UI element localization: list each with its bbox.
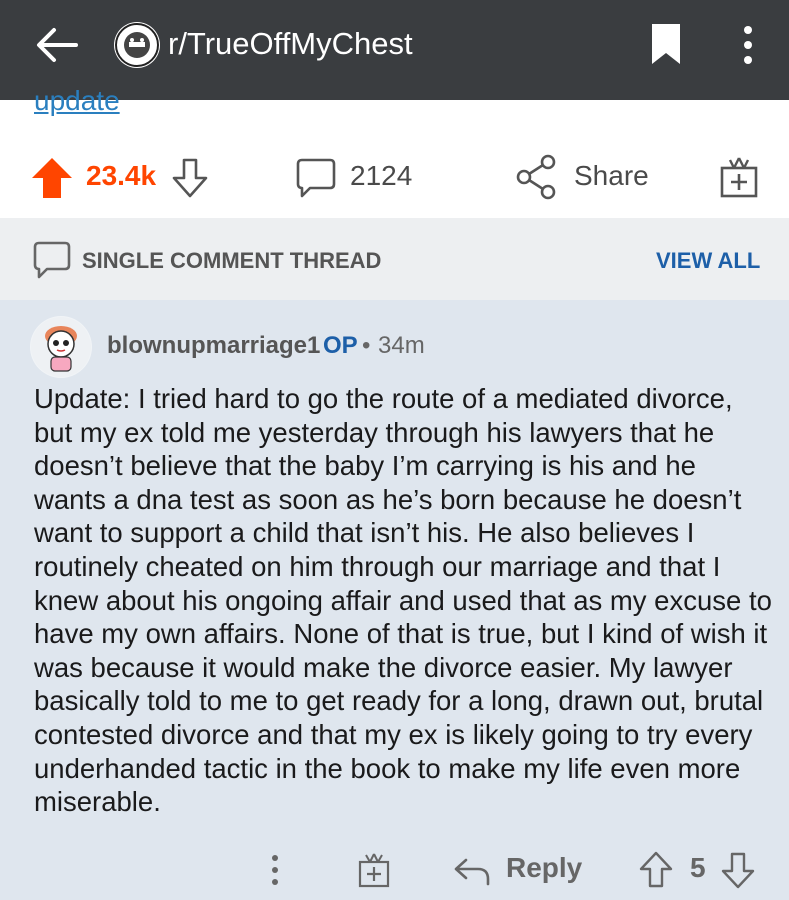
comment-timestamp: 34m [378,332,425,359]
comment-action-bar: Reply 5 [0,840,789,896]
subreddit-avatar-icon[interactable] [114,22,160,68]
comment-downvote-button[interactable] [720,850,756,890]
reply-icon [454,858,490,886]
comment-count[interactable]: 2124 [350,160,412,192]
more-vertical-icon [272,855,278,885]
downvote-icon [172,158,208,198]
comment-username[interactable]: blownupmarriage1 [107,332,320,360]
comment-upvote-button[interactable] [638,850,674,890]
comments-button[interactable] [294,156,338,200]
post-link-cutoff[interactable]: update [34,90,120,116]
subreddit-title[interactable]: r/TrueOffMyChest [168,24,413,64]
upvote-button[interactable] [30,156,74,200]
bookmark-button[interactable] [648,22,684,66]
comment-card: blownupmarriage1 OP • 34m Update: I trie… [0,300,789,900]
downvote-icon [721,852,755,889]
thread-header: SINGLE COMMENT THREAD VIEW ALL [0,218,789,300]
thread-label: SINGLE COMMENT THREAD [82,248,382,273]
award-icon [358,853,390,888]
upvote-icon [639,851,673,888]
upvote-icon [32,158,72,198]
award-button[interactable] [718,154,760,200]
comment-more-button[interactable] [260,850,290,890]
share-icon [516,154,556,200]
comment-icon [296,158,336,198]
comment-score: 5 [690,852,706,883]
back-arrow-icon [37,28,78,62]
downvote-button[interactable] [170,156,210,200]
post-action-bar: 23.4k 2124 Share [0,118,789,218]
more-vertical-icon [744,26,752,64]
meta-separator: • [362,332,371,359]
reply-button[interactable] [452,854,492,888]
op-badge: OP [323,332,358,359]
share-label[interactable]: Share [574,160,649,192]
reply-label[interactable]: Reply [506,852,582,884]
user-avatar[interactable] [30,316,92,378]
more-options-button[interactable] [730,22,766,68]
back-button[interactable] [30,22,86,68]
award-icon [720,157,758,198]
share-button[interactable] [516,154,558,200]
comment-award-button[interactable] [356,850,392,890]
view-all-link[interactable]: VIEW ALL [656,248,760,274]
comment-body: Update: I tried hard to go the route of … [34,383,772,818]
post-score: 23.4k [86,160,157,191]
app-bar: r/TrueOffMyChest [0,0,789,100]
bookmark-icon [652,24,680,64]
thread-comment-icon [32,240,72,280]
